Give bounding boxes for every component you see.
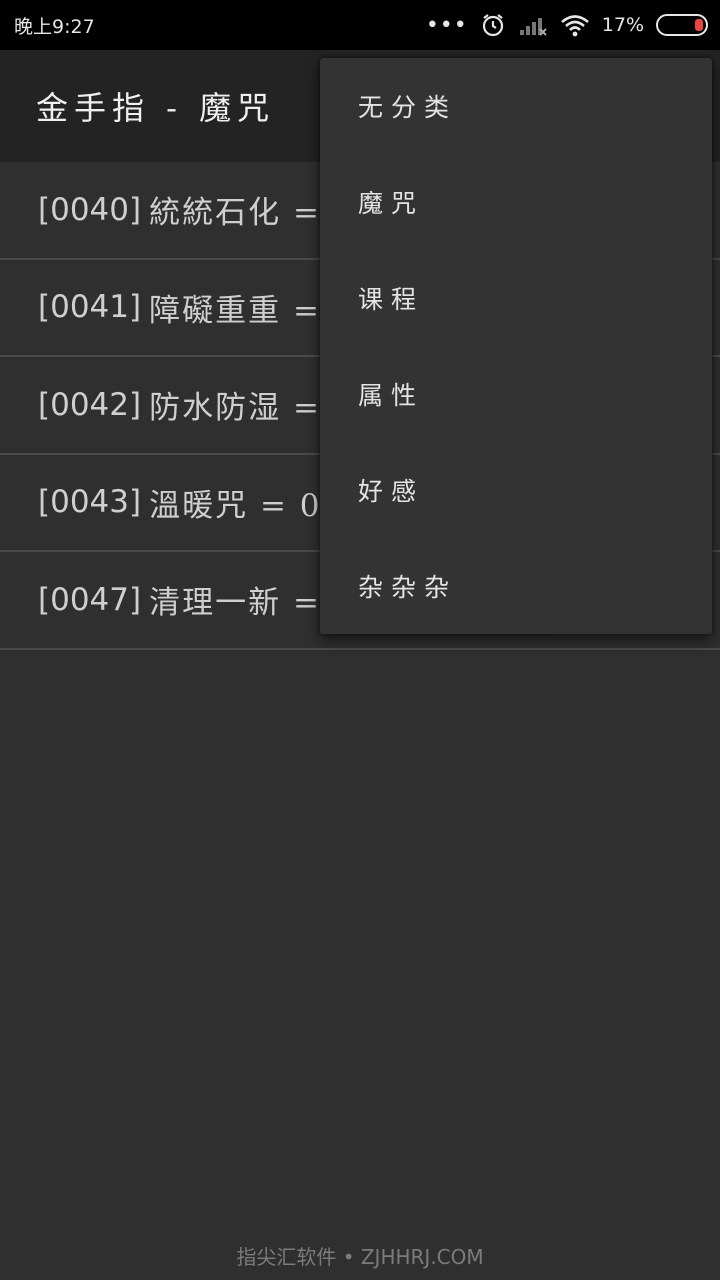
menu-item-spells[interactable]: 魔咒 — [320, 154, 712, 250]
status-icons: ••• 17% — [426, 12, 708, 38]
page-title: 金手指 - 魔咒 — [36, 89, 276, 127]
status-time: 晚上9:27 — [14, 15, 95, 38]
list-item-text: 統統石化 = — [149, 195, 321, 232]
wifi-icon — [560, 13, 590, 37]
screen: 晚上9:27 ••• 17% 金手指 - 魔咒 [0040] 統統石化 = [0… — [0, 0, 720, 1280]
list-item-code: [0047] — [38, 581, 142, 618]
menu-item-favorability[interactable]: 好感 — [320, 442, 712, 538]
menu-item-attributes[interactable]: 属性 — [320, 346, 712, 442]
list-item-code: [0040] — [38, 191, 142, 228]
status-bar: 晚上9:27 ••• 17% — [0, 0, 720, 50]
battery-level — [695, 19, 703, 31]
list-item-code: [0043] — [38, 484, 142, 521]
menu-item-uncategorized[interactable]: 无分类 — [320, 58, 712, 154]
list-item-text: 障礙重重 = — [149, 292, 321, 329]
signal-icon — [518, 13, 548, 37]
battery-percent: 17% — [601, 14, 644, 36]
list-item-text: 防水防湿 = — [149, 390, 321, 427]
battery-icon — [656, 14, 708, 36]
menu-item-courses[interactable]: 课程 — [320, 250, 712, 346]
alarm-icon — [480, 12, 506, 38]
list-item-code: [0041] — [38, 289, 142, 326]
menu-item-misc[interactable]: 杂杂杂 — [320, 538, 712, 634]
more-notifications-icon: ••• — [425, 12, 468, 38]
list-item-code: [0042] — [38, 386, 142, 423]
list-item-text: 清理一新 = — [149, 585, 321, 622]
list-item-text: 溫暖咒 = 0 — [149, 487, 322, 524]
watermark: 指尖汇软件 • ZJHHRJ.COM — [236, 1245, 484, 1269]
category-dropdown-menu: 无分类 魔咒 课程 属性 好感 杂杂杂 — [320, 58, 712, 634]
